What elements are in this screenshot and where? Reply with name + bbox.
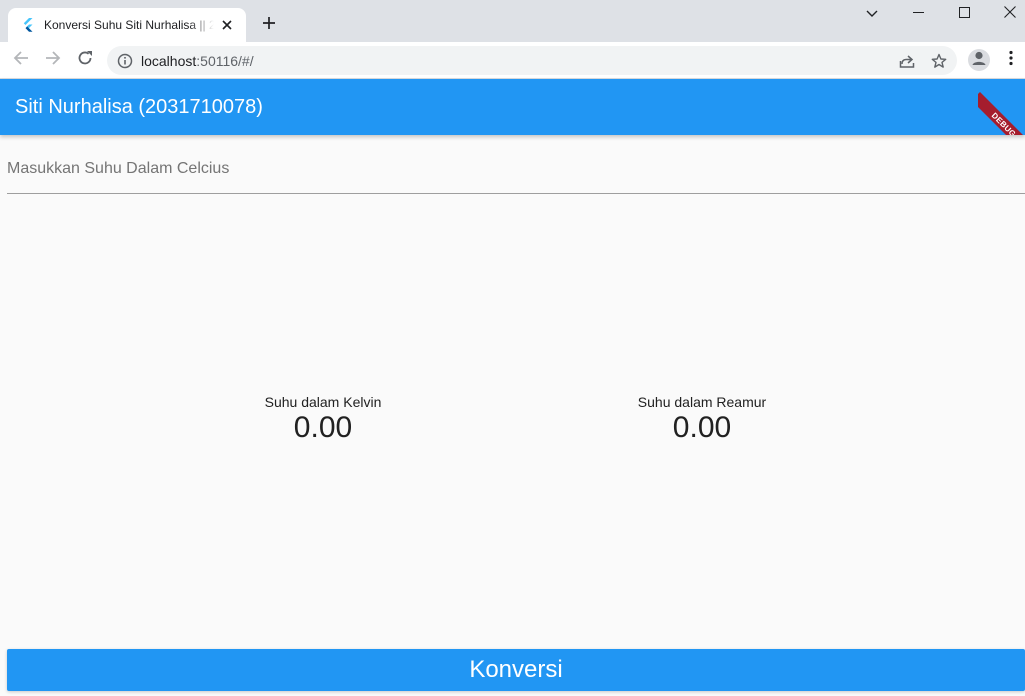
browser-tab[interactable]: Konversi Suhu Siti Nurhalisa || 20317100…	[8, 8, 246, 42]
maximize-icon	[958, 5, 970, 23]
url-host: localhost	[141, 53, 197, 69]
browser-toolbar: localhost:50116/#/	[0, 42, 1025, 79]
celsius-input-field	[7, 146, 1025, 194]
debug-label: DEBUG	[990, 110, 1018, 135]
debug-banner: DEBUG	[978, 79, 1025, 135]
forward-button[interactable]	[40, 48, 66, 72]
tab-search-button[interactable]	[862, 4, 882, 24]
celsius-input[interactable]	[7, 154, 1025, 184]
reamur-value: 0.00	[672, 411, 732, 444]
kebab-menu-icon	[1009, 50, 1013, 71]
profile-button[interactable]	[968, 49, 990, 71]
url-rest: :50116/#/	[196, 53, 254, 69]
app-title: Siti Nurhalisa (2031710078)	[15, 96, 263, 118]
chevron-down-icon	[866, 5, 878, 23]
plus-icon	[262, 16, 276, 35]
minimize-icon	[912, 5, 924, 23]
star-icon[interactable]	[929, 51, 949, 71]
flutter-logo-icon	[20, 17, 36, 33]
arrow-left-icon	[13, 50, 29, 71]
reload-icon	[77, 50, 93, 71]
tab-close-icon[interactable]	[218, 16, 236, 34]
url-text[interactable]: localhost:50116/#/	[141, 53, 254, 69]
kelvin-label: Suhu dalam Kelvin	[264, 394, 382, 410]
convert-button[interactable]: Konversi	[7, 649, 1025, 691]
info-circle-icon[interactable]	[116, 52, 134, 70]
person-icon	[968, 49, 990, 71]
close-icon	[1004, 5, 1016, 23]
app-bar: Siti Nurhalisa (2031710078) DEBUG	[0, 79, 1025, 135]
reamur-result: Suhu dalam Reamur 0.00	[602, 394, 802, 445]
browser-tabstrip: Konversi Suhu Siti Nurhalisa || 20317100…	[0, 0, 1025, 42]
kelvin-result: Suhu dalam Kelvin 0.00	[223, 394, 423, 445]
address-bar[interactable]: localhost:50116/#/	[107, 46, 957, 75]
reload-button[interactable]	[72, 48, 98, 72]
reamur-label: Suhu dalam Reamur	[637, 394, 767, 410]
debug-ribbon: DEBUG	[978, 92, 1025, 135]
kelvin-value: 0.00	[293, 411, 353, 444]
browser-menu-button[interactable]	[1003, 50, 1019, 70]
tab-title: Konversi Suhu Siti Nurhalisa || 20317100…	[44, 18, 214, 32]
window-close-button[interactable]	[1000, 4, 1020, 24]
share-icon[interactable]	[897, 51, 917, 71]
arrow-right-icon	[45, 50, 61, 71]
back-button[interactable]	[8, 48, 34, 72]
minimize-button[interactable]	[908, 4, 928, 24]
new-tab-button[interactable]	[258, 14, 280, 36]
maximize-button[interactable]	[954, 4, 974, 24]
